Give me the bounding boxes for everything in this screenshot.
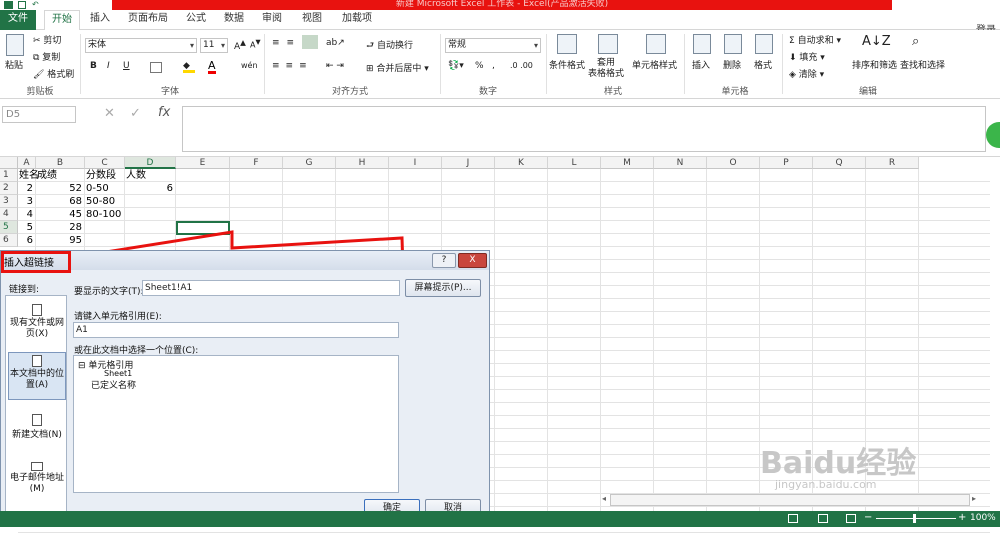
- scroll-right-icon[interactable]: ▸: [972, 494, 976, 503]
- page-layout-view-icon[interactable]: [818, 514, 828, 523]
- status-bar: − + 100%: [0, 511, 1000, 527]
- email-icon: [31, 462, 43, 471]
- title-highlight-box: [1, 251, 71, 273]
- cell-reference-input[interactable]: A1: [73, 322, 399, 338]
- zoom-in-icon[interactable]: +: [958, 512, 966, 523]
- link-new-document-label: 新建文档(N): [12, 430, 62, 440]
- zoom-level[interactable]: 100%: [970, 513, 996, 523]
- cell-reference-label: 请键入单元格引用(E):: [74, 312, 162, 322]
- screentip-button[interactable]: 屏幕提示(P)...: [405, 279, 481, 297]
- insert-hyperlink-dialog: 插入超链接 ? X 链接到: 现有文件或网页(X) 本文档中的位置(A) 新建文…: [0, 250, 490, 522]
- tree-sheet1[interactable]: Sheet1: [104, 369, 132, 378]
- document-place-tree[interactable]: ⊟ 单元格引用 Sheet1 已定义名称: [73, 355, 399, 493]
- scroll-left-icon[interactable]: ◂: [602, 494, 606, 503]
- close-button[interactable]: X: [458, 253, 487, 268]
- new-document-icon: [32, 414, 42, 426]
- link-existing-file[interactable]: 现有文件或网页(X): [8, 302, 66, 342]
- display-text-input[interactable]: Sheet1!A1: [142, 280, 400, 296]
- link-email-label: 电子邮件地址(M): [9, 473, 64, 494]
- horizontal-scrollbar[interactable]: [610, 494, 970, 506]
- document-place-icon: [32, 355, 42, 367]
- link-place-label: 本文档中的位置(A): [9, 369, 64, 390]
- zoom-out-icon[interactable]: −: [864, 512, 872, 523]
- zoom-slider[interactable]: [876, 518, 956, 519]
- link-type-panel: 现有文件或网页(X) 本文档中的位置(A) 新建文档(N) 电子邮件地址(M): [5, 295, 67, 519]
- baidu-watermark: Baidu经验: [760, 446, 917, 481]
- normal-view-icon[interactable]: [788, 514, 798, 523]
- baidu-watermark-url: jingyan.baidu.com: [775, 478, 877, 491]
- page-break-view-icon[interactable]: [846, 514, 856, 523]
- existing-file-icon: [32, 304, 42, 316]
- dialog-title-bar: 插入超链接 ? X: [1, 251, 489, 270]
- tree-defined-names[interactable]: 已定义名称: [91, 378, 136, 391]
- zoom-slider-thumb[interactable]: [913, 514, 916, 523]
- help-button[interactable]: ?: [432, 253, 456, 268]
- display-text-label: 要显示的文字(T):: [74, 287, 144, 297]
- link-existing-file-label: 现有文件或网页(X): [9, 318, 64, 339]
- link-place-in-document[interactable]: 本文档中的位置(A): [8, 352, 66, 400]
- link-new-document[interactable]: 新建文档(N): [8, 412, 66, 448]
- link-email[interactable]: 电子邮件地址(M): [8, 460, 66, 504]
- link-to-label: 链接到:: [9, 285, 40, 295]
